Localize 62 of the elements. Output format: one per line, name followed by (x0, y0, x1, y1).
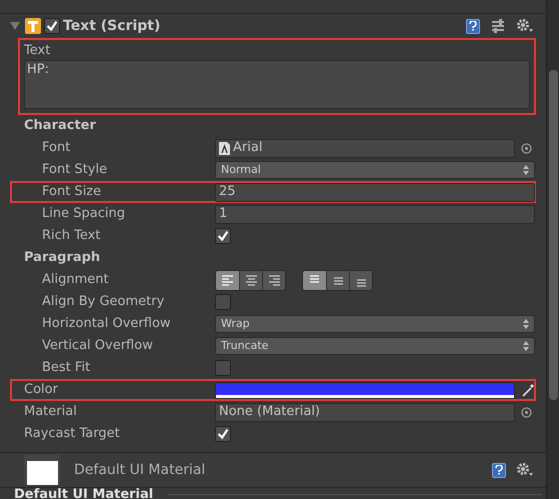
color-field[interactable] (215, 382, 515, 398)
scrollbar-thumb[interactable] (549, 70, 558, 400)
help-icon[interactable] (466, 18, 480, 34)
field-label: Font Style (42, 162, 108, 178)
field-label: Vertical Overflow (42, 338, 153, 354)
field-label: Font Size (42, 184, 102, 200)
checkbox[interactable] (215, 228, 231, 244)
segmented-control[interactable] (302, 270, 373, 290)
checkbox[interactable] (215, 294, 231, 310)
number-field[interactable]: 25 (215, 182, 535, 202)
text-area[interactable]: HP: (24, 60, 530, 109)
dropdown-arrows-icon (523, 319, 529, 329)
dropdown-arrows-icon (523, 165, 529, 175)
alignment-toggle[interactable] (326, 270, 349, 290)
text-align-icon (244, 274, 258, 286)
field-label: Material (24, 404, 77, 420)
dropdown[interactable]: Truncate (215, 337, 535, 355)
field-label: Best Fit (42, 360, 90, 376)
dropdown[interactable]: Normal (215, 161, 535, 179)
text-align-icon (268, 274, 280, 286)
field-label: Font (42, 140, 70, 156)
text-component-icon (25, 18, 41, 34)
object-value: Arial (233, 139, 262, 158)
alignment-toggle[interactable] (216, 270, 239, 290)
field-label: Rich Text (42, 228, 100, 244)
object-field[interactable]: Arial (215, 138, 515, 158)
object-picker-icon[interactable] (521, 406, 532, 418)
section-header: Character (24, 117, 96, 136)
font-asset-icon (219, 142, 230, 154)
segmented-control[interactable] (215, 270, 286, 290)
component-title: Text (Script) (63, 16, 160, 36)
field-label: Alignment (42, 272, 109, 288)
field-label: Align By Geometry (42, 294, 164, 310)
object-field[interactable]: None (Material) (215, 402, 515, 422)
checkbox[interactable] (44, 18, 60, 34)
foldout-arrow[interactable] (10, 22, 20, 30)
section-header: Paragraph (24, 249, 100, 268)
number-field[interactable]: 1 (215, 204, 535, 224)
eyedropper-icon[interactable] (521, 383, 535, 397)
dropdown-arrows-icon (523, 341, 529, 351)
field-label: Raycast Target (24, 426, 120, 442)
object-value: None (Material) (219, 403, 320, 422)
field-label: Color (24, 382, 58, 398)
field-label: Horizontal Overflow (42, 316, 171, 332)
dropdown[interactable]: Wrap (215, 315, 535, 333)
checkbox[interactable] (215, 426, 231, 442)
field-label: Text (24, 42, 52, 60)
settings-icon[interactable] (516, 462, 534, 478)
material-name: Default UI Material (74, 460, 206, 480)
help-icon[interactable] (492, 462, 506, 478)
scrollbar[interactable] (546, 0, 559, 499)
settings-icon[interactable] (516, 18, 534, 34)
alignment-toggle[interactable] (262, 270, 285, 290)
alignment-toggle[interactable] (349, 270, 372, 290)
sliders-icon[interactable] (490, 18, 506, 34)
text-align-icon (221, 274, 234, 286)
object-picker-icon[interactable] (521, 142, 532, 154)
alignment-toggle[interactable] (303, 270, 326, 290)
checkbox[interactable] (215, 360, 231, 376)
field-label: Line Spacing (42, 206, 125, 222)
shader-dropdown[interactable]: Default UI Material (0, 488, 154, 499)
alignment-toggle[interactable] (239, 270, 262, 290)
